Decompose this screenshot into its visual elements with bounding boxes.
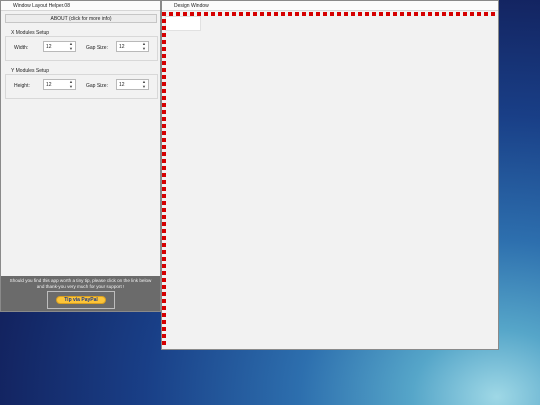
design-window: Design Window (161, 0, 499, 350)
tip-message: Should you find this app worth a tiny ti… (3, 278, 158, 290)
width-value: 12 (46, 44, 52, 50)
y-gap-label: Gap Size: (86, 83, 108, 89)
y-modules-group: Height: 12 ▲ ▼ Gap Size: 12 ▲ ▼ (5, 74, 158, 99)
x-modules-group: Width: 12 ▲ ▼ Gap Size: 12 ▲ ▼ (5, 36, 158, 61)
height-value: 12 (46, 82, 52, 88)
chevron-down-icon[interactable]: ▼ (68, 46, 74, 52)
grid-module-cell (165, 16, 201, 31)
tip-footer: Should you find this app worth a tiny ti… (1, 276, 160, 311)
chevron-down-icon[interactable]: ▼ (68, 84, 74, 90)
x-gap-label: Gap Size: (86, 45, 108, 51)
helper-window: Window Layout Helper.08 ABOUT (click for… (0, 0, 161, 312)
tip-frame: Tip via PayPal (47, 291, 115, 309)
vertical-guide-line (162, 12, 166, 348)
chevron-down-icon[interactable]: ▼ (141, 46, 147, 52)
y-gap-stepper-arrows[interactable]: ▲ ▼ (141, 79, 147, 90)
x-gap-stepper-arrows[interactable]: ▲ ▼ (141, 41, 147, 52)
width-stepper-arrows[interactable]: ▲ ▼ (68, 41, 74, 52)
height-stepper[interactable]: 12 ▲ ▼ (43, 79, 76, 90)
horizontal-guide-line (162, 12, 498, 16)
tip-message-line2: and thank-you very much for your support… (36, 284, 125, 289)
x-gap-stepper[interactable]: 12 ▲ ▼ (116, 41, 149, 52)
chevron-down-icon[interactable]: ▼ (141, 84, 147, 90)
width-stepper[interactable]: 12 ▲ ▼ (43, 41, 76, 52)
helper-window-title: Window Layout Helper.08 (13, 3, 70, 9)
paypal-tip-button[interactable]: Tip via PayPal (56, 296, 106, 304)
about-button[interactable]: ABOUT (click for more info) (5, 14, 157, 23)
height-stepper-arrows[interactable]: ▲ ▼ (68, 79, 74, 90)
design-titlebar[interactable]: Design Window (162, 1, 498, 11)
helper-titlebar[interactable]: Window Layout Helper.08 (1, 1, 160, 11)
width-label: Width: (14, 45, 29, 51)
y-gap-value: 12 (119, 82, 125, 88)
height-label: Height: (14, 83, 30, 89)
x-gap-value: 12 (119, 44, 125, 50)
y-gap-stepper[interactable]: 12 ▲ ▼ (116, 79, 149, 90)
design-window-title: Design Window (174, 3, 209, 9)
